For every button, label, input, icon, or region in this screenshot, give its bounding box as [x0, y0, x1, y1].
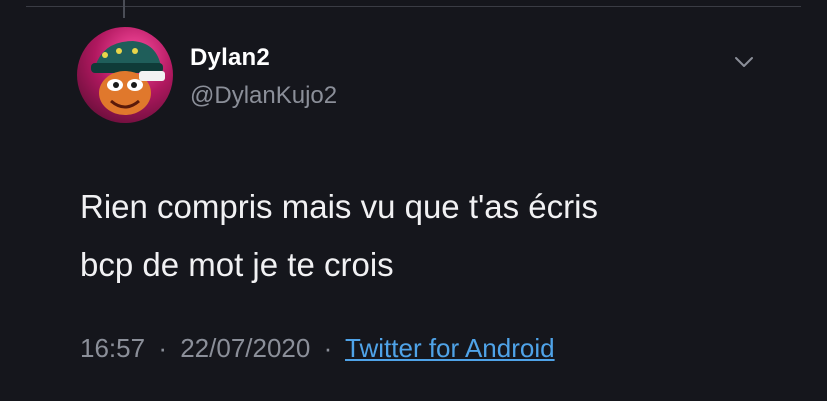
- tweet-source-link[interactable]: Twitter for Android: [345, 333, 555, 363]
- tweet-meta: 16:57 · 22/07/2020 · Twitter for Android: [80, 333, 555, 364]
- thread-connector: [123, 0, 125, 18]
- tweet-card: Dylan2 @DylanKujo2 Rien compris mais vu …: [0, 0, 827, 401]
- meta-separator: ·: [323, 333, 333, 363]
- tweet-menu-button[interactable]: [731, 52, 757, 72]
- meta-separator: ·: [158, 333, 167, 363]
- tweet-text: Rien compris mais vu que t'as écris bcp …: [80, 178, 780, 294]
- chevron-down-icon: [735, 57, 753, 67]
- display-name[interactable]: Dylan2: [190, 44, 270, 72]
- tweet-time: 16:57: [80, 333, 146, 363]
- tweet-date: 22/07/2020: [180, 333, 311, 363]
- divider: [26, 6, 801, 7]
- tweet-text-line: Rien compris mais vu que t'as écris: [80, 188, 598, 225]
- avatar-image: [91, 41, 165, 115]
- tweet-text-line: bcp de mot je te crois: [80, 246, 394, 283]
- avatar[interactable]: [77, 27, 173, 123]
- user-handle[interactable]: @DylanKujo2: [190, 82, 337, 110]
